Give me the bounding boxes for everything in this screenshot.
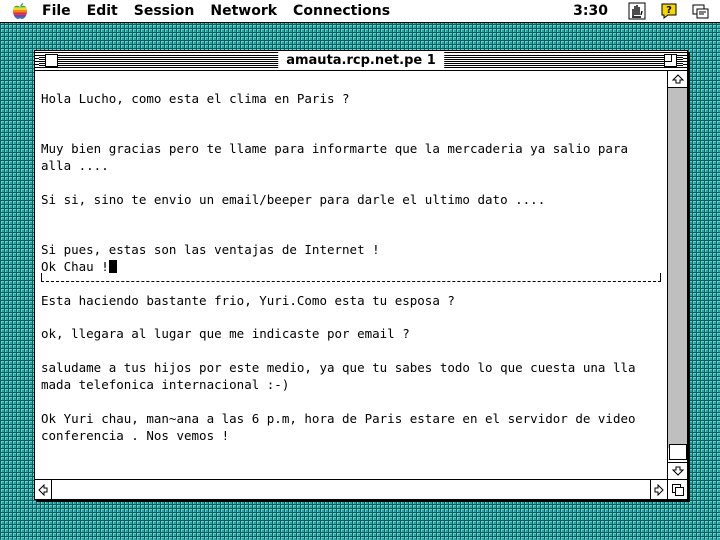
vertical-scrollbar[interactable]	[667, 71, 687, 479]
split-divider[interactable]	[41, 273, 661, 282]
resize-grow-box-icon[interactable]	[667, 479, 687, 499]
terminal-window: amauta.rcp.net.pe 1 Hola Lucho, como est…	[34, 50, 688, 500]
menu-network[interactable]: Network	[202, 0, 285, 22]
apple-menu-icon[interactable]	[6, 0, 34, 22]
menubar-clock[interactable]: 3:30	[573, 3, 608, 19]
vertical-scroll-track[interactable]	[668, 88, 687, 460]
terminal-line: Ok Yuri chau, man~ana a las 6 p.m, hora …	[41, 411, 636, 426]
scroll-up-arrow-icon[interactable]	[668, 71, 687, 88]
terminal-line: mada telefonica internacional :-)	[41, 377, 290, 392]
menubar-right: 3:30 ?	[573, 0, 712, 22]
terminal-line: Esta haciendo bastante frio, Yuri.Como e…	[41, 293, 455, 308]
menu-session[interactable]: Session	[126, 0, 203, 22]
vertical-scroll-thumb[interactable]	[669, 444, 687, 460]
terminal-line: conferencia . Nos vemos !	[41, 428, 230, 443]
terminal-content[interactable]: Hola Lucho, como esta el clima en Paris …	[35, 71, 667, 479]
terminal-line: ok, llegara al lugar que me indicaste po…	[41, 326, 410, 341]
horizontal-scroll-track[interactable]	[52, 480, 650, 499]
terminal-line: Ok Chau !	[41, 259, 109, 274]
scroll-left-arrow-icon[interactable]	[35, 480, 52, 499]
finder-hand-icon[interactable]	[626, 1, 648, 21]
window-titlebar[interactable]: amauta.rcp.net.pe 1	[35, 51, 687, 71]
terminal-line: Si si, sino te envio un email/beeper par…	[41, 192, 546, 207]
terminal-line: saludame a tus hijos por este medio, ya …	[41, 360, 636, 375]
menu-file[interactable]: File	[34, 0, 79, 22]
menu-connections[interactable]: Connections	[285, 0, 398, 22]
close-box-icon[interactable]	[45, 54, 58, 67]
horizontal-scrollbar[interactable]	[35, 479, 667, 499]
help-question-icon[interactable]: ?	[658, 1, 680, 21]
terminal-line: alla ....	[41, 158, 109, 173]
terminal-line: Muy bien gracias pero te llame para info…	[41, 141, 628, 156]
scroll-right-arrow-icon[interactable]	[650, 480, 667, 499]
scroll-down-arrow-icon[interactable]	[668, 462, 687, 479]
window-title: amauta.rcp.net.pe 1	[278, 52, 444, 69]
zoom-box-icon[interactable]	[664, 54, 677, 67]
terminal-line: Hola Lucho, como esta el clima en Paris …	[41, 91, 350, 106]
menu-edit[interactable]: Edit	[79, 0, 126, 22]
application-switcher-icon[interactable]	[690, 1, 712, 21]
text-cursor	[108, 260, 117, 273]
terminal-line: Si pues, estas son las ventajas de Inter…	[41, 242, 380, 257]
menu-bar: File Edit Session Network Connections 3:…	[0, 0, 720, 23]
svg-text:?: ?	[666, 5, 672, 16]
